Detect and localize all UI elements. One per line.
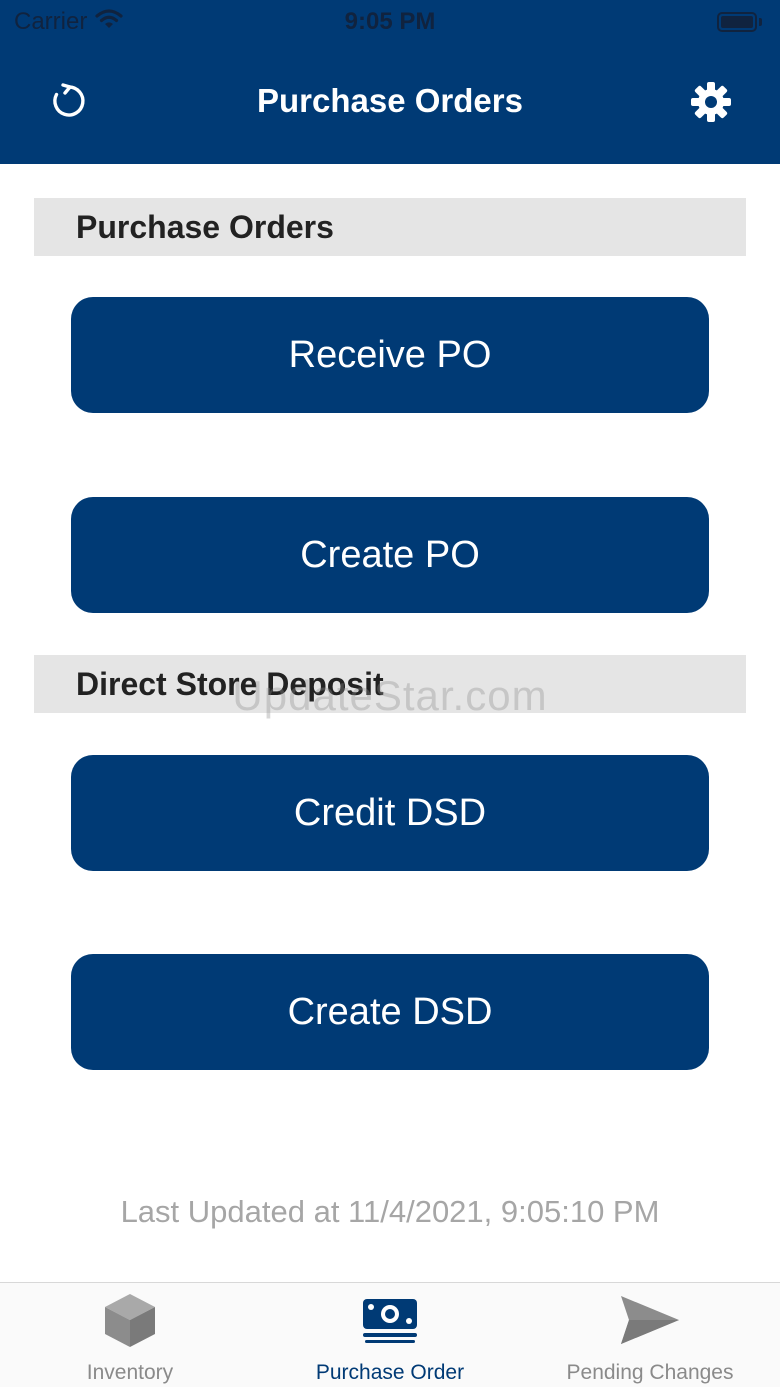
money-icon xyxy=(358,1291,422,1349)
receive-po-button[interactable]: Receive PO xyxy=(71,297,709,413)
tab-label: Inventory xyxy=(86,1361,174,1384)
settings-button[interactable] xyxy=(686,80,736,128)
nav-bar: Purchase Orders xyxy=(0,44,780,164)
tab-bar: Inventory Purchase Order Pending Changes xyxy=(0,1282,780,1387)
create-dsd-button[interactable]: Create DSD xyxy=(71,954,709,1070)
carrier-label: Carrier xyxy=(14,8,88,35)
send-icon xyxy=(618,1291,682,1349)
battery-icon xyxy=(717,12,762,32)
section-title: Purchase Orders xyxy=(76,208,334,245)
section-header-purchase-orders: Purchase Orders xyxy=(34,198,746,256)
tab-label: Purchase Order xyxy=(315,1361,465,1384)
tab-inventory[interactable]: Inventory xyxy=(0,1283,260,1387)
status-left: Carrier xyxy=(14,8,123,37)
tab-label: Pending Changes xyxy=(566,1361,734,1384)
gear-icon xyxy=(689,80,733,129)
section-header-direct-store-deposit: Direct Store Deposit xyxy=(34,655,746,713)
tab-pending-changes[interactable]: Pending Changes xyxy=(520,1283,780,1387)
status-bar: Carrier 9:05 PM xyxy=(0,0,780,44)
last-updated-label: Last Updated at 11/4/2021, 9:05:10 PM xyxy=(120,1194,660,1229)
page-title: Purchase Orders xyxy=(257,82,523,119)
create-po-button[interactable]: Create PO xyxy=(71,497,709,613)
box-icon xyxy=(98,1291,162,1349)
credit-dsd-button[interactable]: Credit DSD xyxy=(71,755,709,871)
wifi-icon xyxy=(95,8,123,37)
tab-purchase-order[interactable]: Purchase Order xyxy=(260,1283,520,1387)
section-title: Direct Store Deposit xyxy=(76,665,384,702)
